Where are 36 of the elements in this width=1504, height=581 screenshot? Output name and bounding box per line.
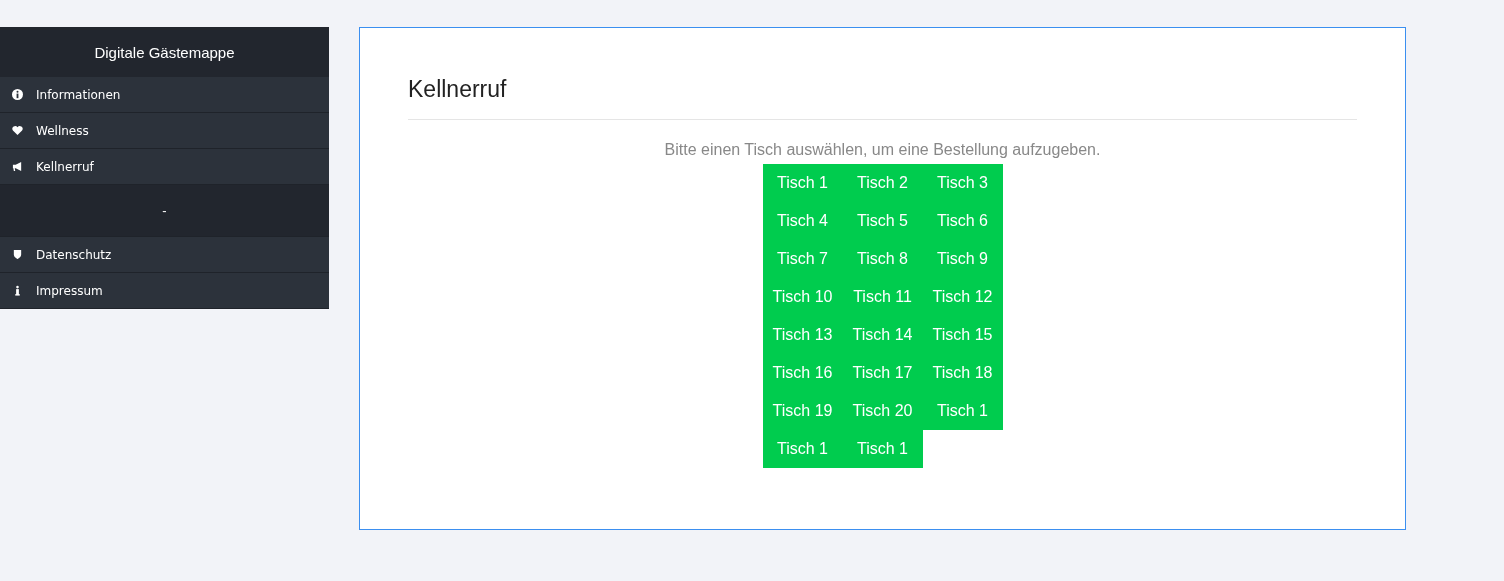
page-title: Kellnerruf	[408, 76, 1357, 120]
sidebar-item[interactable]: Datenschutz	[0, 237, 329, 273]
table-button[interactable]: Tisch 1	[762, 164, 843, 202]
table-button[interactable]: Tisch 14	[842, 316, 923, 354]
table-button[interactable]: Tisch 1	[762, 430, 843, 468]
table-button[interactable]: Tisch 18	[922, 354, 1003, 392]
table-button[interactable]: Tisch 3	[922, 164, 1003, 202]
sidebar-item[interactable]: Wellness	[0, 113, 329, 149]
table-button[interactable]: Tisch 7	[762, 240, 843, 278]
megaphone-icon	[12, 161, 23, 172]
table-button[interactable]: Tisch 11	[842, 278, 923, 316]
instruction-text: Bitte einen Tisch auswählen, um eine Bestellung aufzugeben.	[663, 140, 1102, 160]
table-button[interactable]: Tisch 2	[842, 164, 923, 202]
info-circle-icon	[12, 89, 23, 100]
sidebar-item[interactable]: Informationen	[0, 77, 329, 113]
table-button[interactable]: Tisch 1	[922, 392, 1003, 430]
info-icon	[12, 285, 23, 296]
table-button[interactable]: Tisch 1	[842, 430, 923, 468]
table-button[interactable]: Tisch 19	[762, 392, 843, 430]
table-button[interactable]: Tisch 10	[762, 278, 843, 316]
sidebar-item[interactable]: Impressum	[0, 273, 329, 309]
table-button[interactable]: Tisch 4	[762, 202, 843, 240]
table-button[interactable]: Tisch 6	[922, 202, 1003, 240]
sidebar-title: Digitale Gästemappe	[0, 27, 329, 77]
table-button[interactable]: Tisch 13	[762, 316, 843, 354]
table-button[interactable]: Tisch 12	[922, 278, 1003, 316]
table-button[interactable]: Tisch 15	[922, 316, 1003, 354]
submenu-item[interactable]: -	[162, 203, 167, 218]
table-button[interactable]: Tisch 5	[842, 202, 923, 240]
table-button[interactable]: Tisch 8	[842, 240, 923, 278]
heart-icon	[12, 125, 23, 136]
table-button[interactable]: Tisch 20	[842, 392, 923, 430]
table-button[interactable]: Tisch 17	[842, 354, 923, 392]
table-button[interactable]: Tisch 9	[922, 240, 1003, 278]
table-button[interactable]: Tisch 16	[762, 354, 843, 392]
shield-icon	[12, 249, 23, 260]
